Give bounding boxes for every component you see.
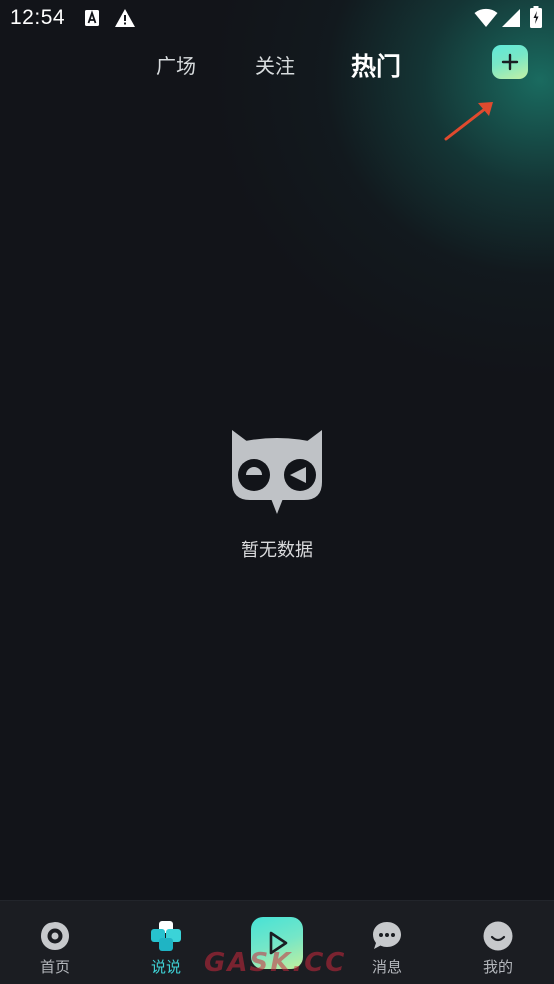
- warning-icon: [115, 9, 135, 27]
- top-tabs: 广场 关注 热门: [0, 46, 554, 86]
- status-time: 12:54: [10, 6, 66, 29]
- text-a-icon: [85, 10, 99, 26]
- nav-label-mine: 我的: [482, 958, 513, 976]
- tab-follow[interactable]: 关注: [255, 50, 295, 79]
- tab-hot-label: 热门: [351, 52, 402, 81]
- watermark: GASK.CC: [204, 948, 347, 978]
- nav-item-mine[interactable]: 我的: [443, 901, 553, 984]
- tab-hot[interactable]: 热门: [350, 47, 402, 83]
- nav-item-home[interactable]: 首页: [0, 901, 110, 984]
- add-post-button[interactable]: [492, 45, 528, 79]
- battery-charging-icon: [530, 6, 542, 28]
- plus-icon: [501, 53, 519, 71]
- nav-item-messages[interactable]: 消息: [332, 901, 442, 984]
- empty-state-text: 暂无数据: [241, 540, 313, 561]
- tab-square[interactable]: 广场: [156, 50, 196, 79]
- nav-label-messages: 消息: [371, 958, 402, 976]
- home-ring-icon: [41, 922, 69, 950]
- screen: 12:54 广场 关注 热门 暂无数据 首页 说说 消息 我的 GASK.CC: [0, 0, 554, 984]
- chat-bubble-icon: [373, 922, 401, 949]
- annotation-arrow-icon: [444, 102, 493, 141]
- status-bar: 12:54: [0, 0, 554, 36]
- signal-icon: [502, 9, 520, 27]
- smile-face-icon: [483, 921, 513, 951]
- cubes-icon: [151, 921, 181, 951]
- nav-label-home: 首页: [39, 958, 70, 976]
- wifi-icon: [474, 8, 498, 27]
- owl-icon: [232, 430, 322, 514]
